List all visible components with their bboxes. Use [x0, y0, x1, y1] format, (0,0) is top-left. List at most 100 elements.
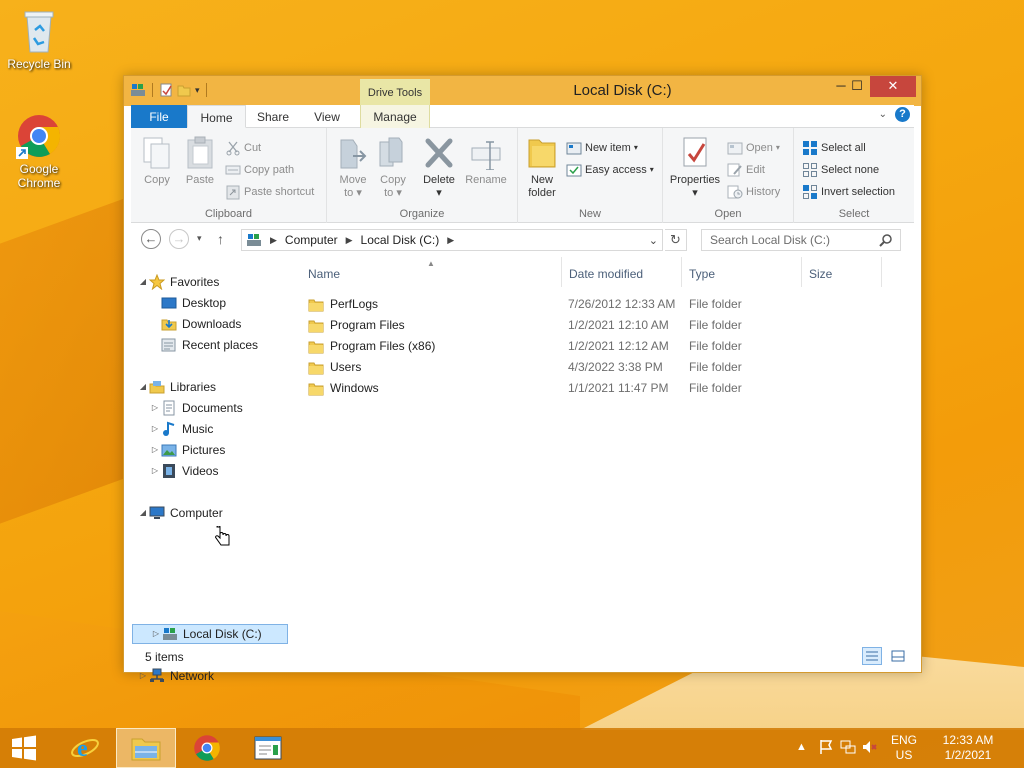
documents-icon [161, 400, 177, 416]
breadcrumb-separator-icon[interactable]: ▶ [346, 235, 353, 246]
expand-arrow-icon[interactable]: ▷ [150, 624, 162, 644]
nav-desktop[interactable]: Desktop [161, 293, 226, 313]
group-label-select: Select [838, 208, 870, 220]
file-row[interactable]: Program Files 1/2/2021 12:10 AM File folde… [301, 315, 901, 336]
file-row[interactable]: Windows 1/1/2021 11:47 PM File folder [301, 378, 901, 399]
tab-manage[interactable]: Manage [360, 105, 430, 128]
action-center-flag-icon[interactable] [818, 739, 834, 759]
show-hidden-icons-button[interactable]: ▲ [796, 740, 807, 755]
copy-to-button[interactable]: Copy to ▾ [375, 136, 411, 200]
nav-pictures[interactable]: ▷ Pictures [149, 440, 225, 460]
copy-button[interactable]: Copy [139, 136, 175, 187]
up-button[interactable]: ↑ [217, 231, 224, 247]
delete-button[interactable]: Delete ▾ [417, 136, 461, 200]
history-button[interactable]: History [727, 182, 780, 202]
taskbar-internet-explorer[interactable]: e [55, 728, 115, 768]
nav-favorites[interactable]: ◢ Favorites [137, 272, 219, 292]
nav-recent-places[interactable]: Recent places [161, 335, 258, 355]
back-button[interactable]: ← [141, 229, 161, 249]
address-dropdown-icon[interactable]: ⌄ [649, 234, 658, 247]
tab-home[interactable]: Home [187, 105, 246, 128]
search-input[interactable]: Search Local Disk (C:) [701, 229, 901, 251]
paste-button[interactable]: Paste [181, 136, 219, 187]
help-icon[interactable]: ? [895, 107, 910, 122]
recent-locations-dropdown[interactable]: ▾ [197, 233, 202, 244]
folder-icon [308, 383, 324, 395]
column-header-type[interactable]: Type [682, 257, 802, 287]
file-row[interactable]: Program Files (x86) 1/2/2021 12:12 AM File… [301, 336, 901, 357]
cut-button[interactable]: Cut [225, 138, 261, 158]
breadcrumb-separator-icon[interactable]: ▶ [447, 235, 454, 246]
collapse-arrow-icon[interactable]: ◢ [137, 377, 149, 397]
folder-icon [308, 320, 324, 332]
collapse-arrow-icon[interactable]: ◢ [137, 503, 149, 523]
expand-arrow-icon[interactable]: ▷ [149, 461, 161, 481]
move-to-button[interactable]: Move to ▾ [335, 136, 371, 200]
taskbar-notepad[interactable] [238, 728, 298, 768]
nav-libraries[interactable]: ◢ Libraries [137, 377, 216, 397]
clock[interactable]: 12:33 AM 1/2/2021 [930, 733, 1006, 763]
column-header-date-modified[interactable]: Date modified [562, 257, 682, 287]
maximize-button[interactable]: ☐ [843, 76, 871, 97]
select-none-button[interactable]: Select none [802, 160, 879, 180]
breadcrumb-computer[interactable]: Computer [285, 233, 338, 247]
nav-music[interactable]: ▷ Music [149, 419, 213, 439]
refresh-button[interactable]: ↻ [665, 229, 687, 251]
close-icon: ✕ [887, 78, 899, 93]
file-row[interactable]: PerfLogs 7/26/2012 12:33 AM File folder [301, 294, 901, 315]
taskbar-chrome[interactable] [177, 728, 237, 768]
downloads-icon [161, 316, 177, 332]
collapse-arrow-icon[interactable]: ◢ [137, 272, 149, 292]
rename-button[interactable]: Rename [463, 136, 509, 187]
edit-button[interactable]: Edit [727, 160, 765, 180]
paste-shortcut-button[interactable]: Paste shortcut [225, 182, 314, 202]
details-view-button[interactable] [862, 647, 882, 665]
forward-button[interactable]: → [169, 229, 189, 249]
breadcrumb-local-disk[interactable]: Local Disk (C:) [361, 233, 440, 247]
invert-selection-button[interactable]: Invert selection [802, 182, 895, 202]
rename-icon [470, 136, 502, 171]
new-folder-button[interactable]: New folder [524, 136, 560, 200]
tab-file[interactable]: File [131, 105, 187, 128]
file-type: File folder [689, 318, 742, 332]
expand-arrow-icon[interactable]: ▷ [149, 440, 161, 460]
column-header-size[interactable]: Size [802, 257, 882, 287]
tab-share[interactable]: Share [246, 105, 300, 128]
column-header-name[interactable]: Name [301, 257, 562, 287]
nav-documents[interactable]: ▷ Documents [149, 398, 243, 418]
breadcrumb-separator-icon[interactable]: ▶ [270, 235, 277, 246]
nav-network[interactable]: ▷ Network [137, 666, 214, 686]
copy-path-button[interactable]: Copy path [225, 160, 294, 180]
tab-view[interactable]: View [300, 105, 354, 128]
ribbon-expand-icon[interactable]: ⌄ [879, 109, 887, 120]
desktop-icon-recycle-bin[interactable]: Recycle Bin [1, 8, 77, 71]
start-button[interactable] [0, 728, 48, 768]
new-item-button[interactable]: New item ▾ [566, 138, 638, 158]
nav-local-disk-c[interactable]: ▷ Local Disk (C:) [132, 624, 288, 644]
folder-icon [308, 299, 324, 311]
nav-computer[interactable]: ◢ Computer [137, 503, 223, 523]
select-all-button[interactable]: Select all [802, 138, 866, 158]
close-button[interactable]: ✕ [870, 76, 916, 97]
up-arrow-icon: ↑ [217, 231, 224, 247]
address-box[interactable]: ▶ Computer ▶ Local Disk (C:) ▶ ⌄ [241, 229, 663, 251]
expand-arrow-icon[interactable]: ▷ [149, 419, 161, 439]
file-row[interactable]: Users 4/3/2022 3:38 PM File folder [301, 357, 901, 378]
input-language[interactable]: ENG US [888, 733, 920, 763]
title-bar[interactable]: ▾ Drive Tools Local Disk (C:) ─ ☐ ✕ [124, 76, 921, 106]
file-type: File folder [689, 360, 742, 374]
open-button[interactable]: Open ▾ [727, 138, 780, 158]
nav-videos[interactable]: ▷ Videos [149, 461, 218, 481]
easy-access-button[interactable]: Easy access ▾ [566, 160, 654, 180]
large-icons-view-button[interactable] [888, 647, 908, 665]
network-tray-icon[interactable] [840, 739, 856, 759]
desktop-icon-chrome[interactable]: Google Chrome [1, 113, 77, 190]
nav-downloads[interactable]: Downloads [161, 314, 241, 334]
expand-arrow-icon[interactable]: ▷ [149, 398, 161, 418]
volume-muted-icon[interactable] [862, 739, 878, 759]
network-icon [149, 668, 165, 684]
properties-button[interactable]: Properties ▾ [667, 136, 723, 200]
file-date-modified: 1/1/2021 11:47 PM [568, 381, 669, 395]
taskbar-file-explorer[interactable] [116, 728, 176, 768]
expand-arrow-icon[interactable]: ▷ [137, 666, 149, 686]
